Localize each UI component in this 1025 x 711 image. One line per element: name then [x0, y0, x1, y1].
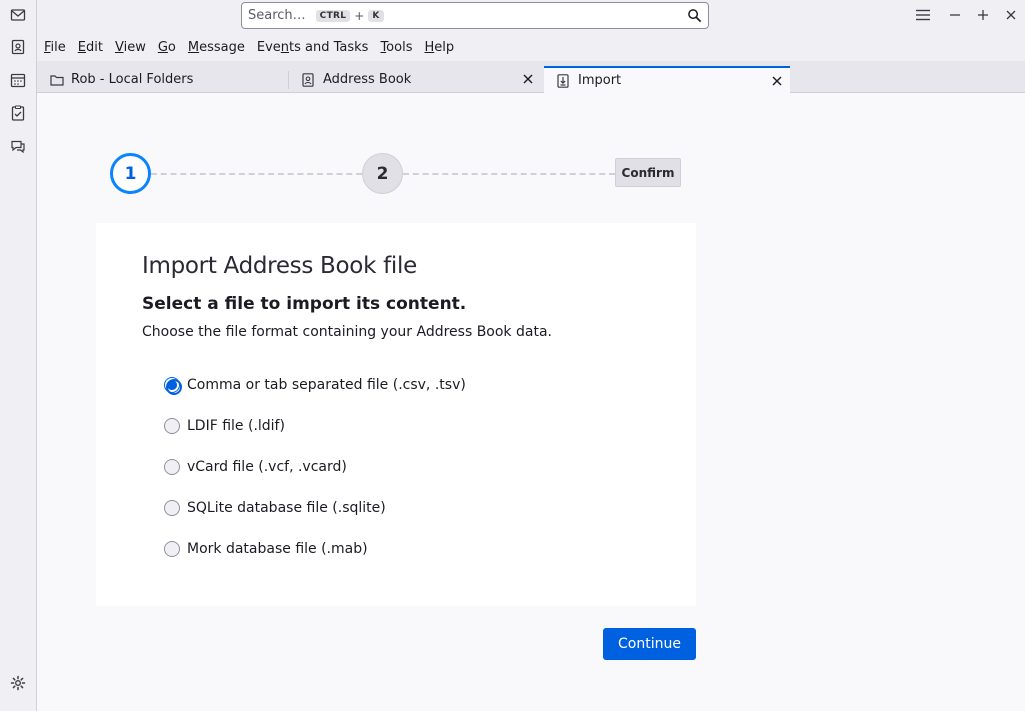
option-label: Comma or tab separated file (.csv, .tsv) — [187, 377, 466, 393]
import-card: Import Address Book file Select a file t… — [96, 223, 696, 606]
menu-tools[interactable]: Tools — [380, 40, 412, 55]
title-bar: Search… CTRL + K — [37, 0, 1025, 33]
address-book-icon[interactable] — [9, 38, 27, 56]
chat-icon[interactable] — [9, 137, 27, 155]
step-1-indicator: 1 — [110, 153, 151, 194]
menu-view[interactable]: View — [115, 40, 146, 55]
close-tab-icon[interactable] — [521, 72, 535, 86]
menu-events-and-tasks[interactable]: Events and Tasks — [257, 40, 369, 55]
menu-edit[interactable]: Edit — [78, 40, 103, 55]
option-vcard[interactable]: vCard file (.vcf, .vcard) — [164, 459, 347, 475]
minimize-icon — [950, 14, 960, 16]
tab-bar: Rob - Local Folders Address Book Import — [37, 61, 1025, 93]
page-subtitle: Select a file to import its content. — [142, 294, 467, 314]
option-label: Mork database file (.mab) — [187, 541, 368, 557]
option-label: vCard file (.vcf, .vcard) — [187, 459, 347, 475]
menu-go-accel: G — [157, 39, 168, 55]
menu-edit-accel: E — [77, 39, 86, 55]
radio-button[interactable] — [164, 500, 180, 516]
option-ldif[interactable]: LDIF file (.ldif) — [164, 418, 285, 434]
import-icon — [557, 73, 571, 88]
radio-button[interactable] — [164, 418, 180, 434]
radio-button[interactable] — [164, 377, 182, 395]
hamburger-icon — [916, 9, 930, 21]
shortcut-key-k: K — [368, 9, 384, 22]
import-page: 1 2 Confirm Import Address Book file Sel… — [37, 93, 1025, 711]
import-stepper: 1 2 Confirm — [110, 153, 682, 194]
menu-events-rest: ts and Tasks — [289, 39, 369, 55]
tasks-icon[interactable] — [9, 104, 27, 122]
spaces-toolbar — [0, 0, 37, 711]
tab-import[interactable]: Import — [544, 66, 790, 93]
address-book-icon — [302, 72, 316, 87]
radio-button[interactable] — [164, 459, 180, 475]
menu-events-pre: Eve — [256, 39, 281, 55]
menu-help[interactable]: Help — [424, 40, 454, 55]
calendar-icon[interactable] — [9, 71, 27, 89]
continue-button[interactable]: Continue — [603, 628, 696, 660]
menu-tools-rest: ools — [386, 39, 413, 55]
menu-go[interactable]: Go — [158, 40, 176, 55]
close-tab-icon[interactable] — [770, 74, 784, 88]
step-2-indicator: 2 — [362, 153, 403, 194]
option-label: SQLite database file (.sqlite) — [187, 500, 386, 516]
step-confirm-indicator: Confirm — [615, 158, 681, 187]
search-icon[interactable] — [687, 8, 702, 23]
shortcut-key-ctrl: CTRL — [315, 9, 351, 22]
close-window-button[interactable] — [1003, 6, 1019, 24]
menu-message[interactable]: Message — [188, 40, 245, 55]
tab-local-folders[interactable]: Rob - Local Folders — [37, 66, 288, 93]
minimize-button[interactable] — [947, 6, 963, 24]
option-sqlite[interactable]: SQLite database file (.sqlite) — [164, 500, 386, 516]
radio-button[interactable] — [164, 541, 180, 557]
option-label: LDIF file (.ldif) — [187, 418, 285, 434]
folder-icon — [50, 73, 64, 87]
menu-edit-rest: dit — [86, 39, 103, 55]
tab-label: Address Book — [323, 72, 412, 87]
mail-icon[interactable] — [9, 6, 27, 24]
step-connector — [403, 173, 615, 175]
menu-file[interactable]: File — [44, 40, 66, 55]
option-csv[interactable]: Comma or tab separated file (.csv, .tsv) — [164, 377, 466, 395]
menu-events-accel: n — [280, 39, 290, 55]
menu-go-rest: o — [167, 39, 176, 55]
menu-file-rest: ile — [50, 39, 66, 55]
option-mork[interactable]: Mork database file (.mab) — [164, 541, 368, 557]
search-placeholder: Search… — [248, 8, 306, 23]
menu-message-accel: M — [187, 39, 200, 55]
maximize-icon — [978, 10, 988, 20]
tab-label: Rob - Local Folders — [71, 72, 194, 87]
page-title: Import Address Book file — [142, 253, 417, 279]
maximize-button[interactable] — [975, 6, 991, 24]
step-connector — [151, 173, 362, 175]
app-menu-button[interactable] — [915, 6, 931, 24]
search-input[interactable]: Search… CTRL + K — [241, 2, 709, 29]
menu-help-rest: elp — [434, 39, 455, 55]
menu-message-rest: essage — [199, 39, 245, 55]
menu-view-accel: V — [114, 39, 124, 55]
tab-address-book[interactable]: Address Book — [289, 66, 541, 93]
tab-label: Import — [578, 73, 622, 88]
menu-bar: File Edit View Go Message Events and Tas… — [37, 33, 1025, 61]
menu-view-rest: iew — [123, 39, 146, 55]
shortcut-plus: + — [354, 8, 365, 23]
menu-help-accel: H — [424, 39, 435, 55]
page-description: Choose the file format containing your A… — [142, 324, 552, 340]
close-icon — [1006, 10, 1016, 20]
settings-icon[interactable] — [9, 674, 27, 692]
